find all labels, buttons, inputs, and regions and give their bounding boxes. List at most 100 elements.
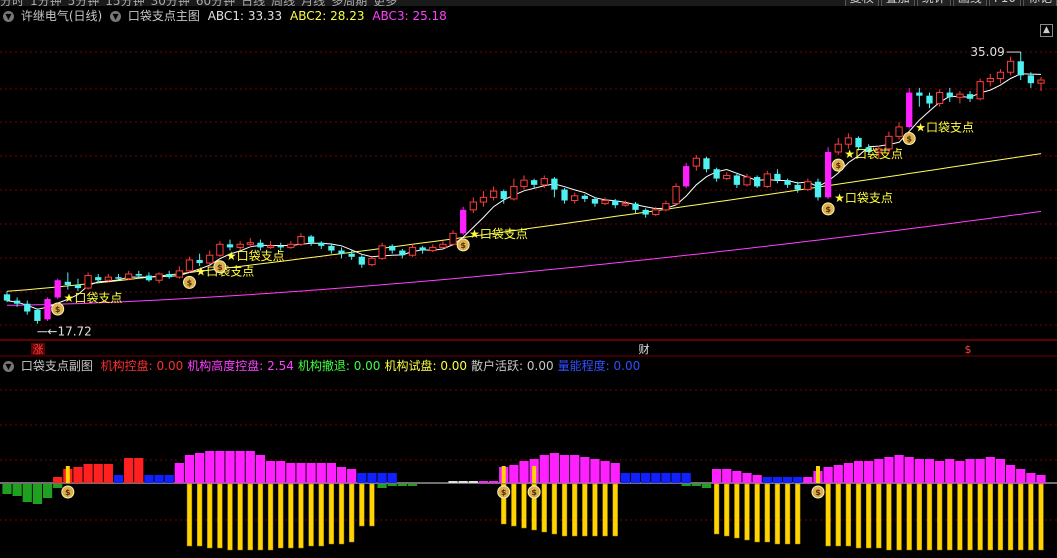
sub-upper-bar: [1026, 473, 1036, 483]
sub-upper-bar: [124, 458, 134, 483]
sub-upper-bar: [468, 481, 478, 483]
candle-body: [54, 280, 61, 298]
sub-lower-bar: [774, 483, 781, 545]
sub-lower-bar: [359, 483, 365, 527]
candle-body: [479, 196, 488, 203]
sub-upper-bar: [134, 458, 144, 483]
sub-lower-bar: [349, 483, 355, 543]
candle-body: [794, 184, 801, 190]
candle-body: [307, 236, 315, 243]
sub-upper-bar: [661, 473, 671, 483]
sub-lower-bar: [876, 483, 882, 549]
candle-body: [389, 245, 396, 251]
candle-body: [328, 245, 335, 251]
sub-lower-bar: [22, 484, 32, 502]
candle-body: [895, 126, 903, 137]
sub-lower-bar: [561, 483, 568, 537]
sub-upper-bar: [782, 477, 793, 483]
sub-lower-bar: [744, 483, 750, 541]
sub-lower-bar: [377, 484, 387, 488]
candle-body: [1027, 75, 1035, 84]
candle-body: [692, 157, 700, 167]
money-bag-icon: $: [527, 485, 541, 499]
candle-body: [621, 203, 630, 206]
sub-spike-bar: [65, 466, 70, 483]
sub-lower-bar: [957, 483, 963, 551]
money-bag-icon: $: [497, 485, 511, 499]
sub-upper-bar: [559, 455, 570, 483]
candle-body: [419, 247, 426, 251]
sub-upper-bar: [93, 464, 103, 483]
sub-lower-bar: [541, 483, 547, 533]
candlesticks: [3, 52, 1045, 324]
candle-body: [115, 277, 122, 279]
sub-lower-bar: [825, 483, 831, 547]
sub-lower-bar: [681, 484, 691, 486]
candle-body: [429, 246, 437, 252]
candle-body: [155, 273, 163, 281]
sub-upper-bar: [833, 465, 843, 483]
sub-lower-bar: [582, 483, 588, 537]
candle-body: [703, 158, 710, 170]
candle-body: [13, 300, 21, 304]
sub-upper-bar: [103, 464, 113, 483]
stock-chart[interactable]: $★口袋支点$★口袋支点$★口袋支点$★口袋支点$★口袋支点$★口袋支点$★口袋…: [0, 0, 1057, 558]
sub-upper-bar: [620, 473, 630, 483]
pocket-pivot-label: ★口袋支点: [226, 249, 285, 263]
sub-lower-bar: [713, 483, 720, 535]
high-price-label: 35.09: [970, 45, 1004, 59]
sub-upper-bar: [539, 455, 549, 483]
pocket-pivot-label: ★口袋支点: [915, 121, 974, 135]
sub-lower-bar: [328, 483, 335, 545]
sub-lower-bar: [1038, 483, 1044, 551]
candle-body: [1017, 61, 1024, 76]
candle-body: [469, 201, 477, 211]
sub-lower-bar: [207, 483, 213, 549]
pocket-pivot-label: ★口袋支点: [469, 227, 528, 241]
sub-lower-bar: [196, 483, 203, 547]
sub-upper-bar: [205, 451, 215, 483]
sub-lower-bar: [602, 483, 608, 537]
sub-lower-bar: [2, 484, 12, 494]
money-bag-icon: $: [821, 202, 835, 216]
ma-mid-line: [6, 153, 1042, 292]
candle-body: [824, 152, 832, 198]
candle-body: [135, 274, 142, 276]
candle-body: [175, 270, 183, 278]
sub-lower-bar: [42, 484, 53, 498]
grid-lines: [0, 51, 1057, 521]
sub-upper-bar: [306, 463, 316, 483]
sub-upper-bar: [600, 461, 610, 483]
sub-lower-bar: [701, 484, 712, 488]
sub-upper-bar: [671, 473, 681, 483]
sub-lower-bar: [835, 483, 841, 547]
money-bag-icon: $: [51, 302, 65, 316]
cai-marker: 财: [639, 342, 650, 356]
sub-upper-bar: [742, 473, 752, 483]
sub-upper-bar: [194, 453, 205, 483]
sub-lower-bar: [997, 483, 1004, 551]
sub-upper-bar: [357, 473, 367, 483]
sub-lower-bar: [387, 484, 397, 486]
money-bag-symbol: $: [835, 161, 841, 170]
sub-lower-bar: [247, 483, 253, 551]
candle-body: [3, 294, 11, 301]
sub-upper-bar: [144, 475, 154, 483]
candle-body: [530, 180, 538, 185]
sub-upper-bar: [276, 461, 286, 483]
candle-body: [24, 303, 31, 312]
candle-body: [84, 275, 92, 289]
candle-body: [946, 92, 953, 98]
candle-body: [44, 299, 51, 320]
candle-body: [125, 273, 133, 280]
candle-body: [713, 169, 720, 179]
sub-upper-bar: [549, 453, 560, 483]
sub-lower-bar: [967, 483, 973, 551]
candle-body: [966, 94, 974, 99]
candle-body: [378, 245, 386, 259]
candle-body: [540, 178, 548, 186]
candle-body: [844, 137, 853, 145]
sub-lower-bar: [288, 483, 294, 549]
money-bag-icon: $: [811, 485, 825, 499]
candle-body: [408, 246, 417, 256]
